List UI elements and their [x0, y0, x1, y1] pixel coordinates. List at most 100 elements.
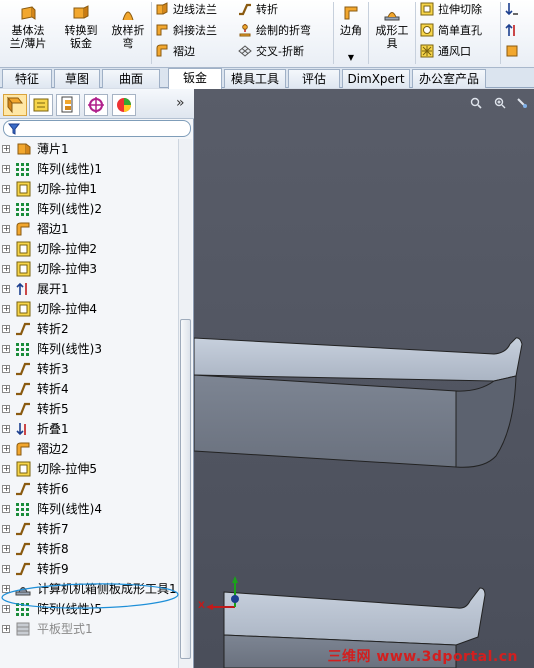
convert-to-sheet-metal-button[interactable]: 转换到 钣金	[56, 2, 106, 64]
expand-toggle-icon[interactable]: +	[2, 465, 10, 473]
feature-tree-item[interactable]: + 切除-拉伸4	[0, 299, 180, 319]
upper-sheet-body[interactable]	[194, 337, 523, 468]
expand-toggle-icon[interactable]: +	[2, 225, 10, 233]
tab-surfaces[interactable]: 曲面	[102, 69, 160, 88]
feature-manager-tab[interactable]	[3, 94, 27, 116]
sketched-bend-button[interactable]: 绘制的折弯	[238, 21, 311, 41]
zoom-to-area-icon[interactable]	[494, 97, 506, 109]
panel-expand-chevron-icon[interactable]: »	[176, 95, 185, 111]
configuration-manager-tab[interactable]	[56, 94, 80, 116]
graphics-viewport[interactable]: X	[194, 89, 534, 668]
cross-break-button[interactable]: 交叉-折断	[238, 42, 304, 62]
tab-mold-tools[interactable]: 模具工具	[224, 69, 286, 88]
feature-tree-item[interactable]: + 切除-拉伸1	[0, 179, 180, 199]
linear-pattern-icon	[16, 603, 29, 616]
extruded-cut-button[interactable]: 拉伸切除	[420, 0, 482, 20]
expand-toggle-icon[interactable]: +	[2, 345, 10, 353]
display-manager-tab[interactable]	[112, 94, 136, 116]
feature-tree-item[interactable]: + 折叠1	[0, 419, 180, 439]
unfold-button[interactable]	[505, 21, 523, 41]
feature-tree-scrollbar[interactable]	[178, 139, 192, 668]
tab-office-products[interactable]: 办公室产品	[412, 69, 486, 88]
forming-tools-button[interactable]: 成形工 具	[372, 2, 412, 64]
ribbon-separator	[415, 2, 416, 64]
expand-toggle-icon[interactable]: +	[2, 385, 10, 393]
feature-tree-item[interactable]: + 切除-拉伸5	[0, 459, 180, 479]
feature-tree-item[interactable]: + 转折8	[0, 539, 180, 559]
feature-tree-item[interactable]: + 薄片1	[0, 139, 180, 159]
feature-tree-item[interactable]: + 褶边1	[0, 219, 180, 239]
expand-toggle-icon[interactable]: +	[2, 245, 10, 253]
feature-tree-item[interactable]: + 转折2	[0, 319, 180, 339]
expand-toggle-icon[interactable]: +	[2, 545, 10, 553]
zoom-to-fit-icon[interactable]	[470, 97, 482, 109]
rip-button[interactable]	[505, 42, 523, 62]
extruded-cut-icon	[420, 2, 434, 16]
expand-toggle-icon[interactable]: +	[2, 205, 10, 213]
tab-dimxpert[interactable]: DimXpert	[342, 69, 410, 88]
expand-toggle-icon[interactable]: +	[2, 625, 10, 633]
forming-tool-icon	[15, 587, 31, 596]
feature-tree-item[interactable]: + 转折7	[0, 519, 180, 539]
corners-dropdown-arrow-icon[interactable]: ▼	[336, 51, 366, 64]
rip-icon	[506, 45, 518, 57]
previous-view-icon[interactable]	[516, 97, 528, 109]
feature-tree-item[interactable]: + 阵列(线性)5	[0, 599, 180, 619]
simple-hole-button[interactable]: 简单直孔	[420, 21, 482, 41]
miter-flange-button[interactable]: 斜接法兰	[155, 21, 217, 41]
expand-toggle-icon[interactable]: +	[2, 185, 10, 193]
edge-flange-button[interactable]: 边线法兰	[155, 0, 217, 20]
expand-toggle-icon[interactable]: +	[2, 165, 10, 173]
tab-features[interactable]: 特征	[2, 69, 52, 88]
expand-toggle-icon[interactable]: +	[2, 485, 10, 493]
expand-toggle-icon[interactable]: +	[2, 425, 10, 433]
jog-button[interactable]: 转折	[238, 0, 278, 20]
feature-tree-item[interactable]: + 转折9	[0, 559, 180, 579]
expand-toggle-icon[interactable]: +	[2, 445, 10, 453]
jog-icon	[16, 402, 30, 416]
tab-sheet-metal[interactable]: 钣金	[168, 68, 222, 89]
tab-evaluate[interactable]: 评估	[288, 69, 340, 88]
configuration-manager-icon	[61, 96, 73, 113]
expand-toggle-icon[interactable]: +	[2, 265, 10, 273]
expand-toggle-icon[interactable]: +	[2, 365, 10, 373]
feature-tree-item[interactable]: + 计算机机箱侧板成形工具1	[0, 579, 180, 599]
feature-tree-item[interactable]: + 转折6	[0, 479, 180, 499]
tab-sketch[interactable]: 草图	[54, 69, 100, 88]
feature-tree-item[interactable]: + 切除-拉伸3	[0, 259, 180, 279]
expand-toggle-icon[interactable]: +	[2, 505, 10, 513]
jog-label: 转折	[256, 3, 278, 16]
feature-tree-item[interactable]: + 切除-拉伸2	[0, 239, 180, 259]
expand-toggle-icon[interactable]: +	[2, 605, 10, 613]
feature-tree-item[interactable]: + 阵列(线性)4	[0, 499, 180, 519]
feature-tree-item[interactable]: + 转折5	[0, 399, 180, 419]
feature-tree-item[interactable]: + 阵列(线性)3	[0, 339, 180, 359]
vent-button[interactable]: 通风口	[420, 42, 471, 62]
feature-tree-item[interactable]: + 平板型式1	[0, 619, 180, 639]
hem-button[interactable]: 褶边	[155, 42, 195, 62]
expand-toggle-icon[interactable]: +	[2, 565, 10, 573]
expand-toggle-icon[interactable]: +	[2, 525, 10, 533]
expand-toggle-icon[interactable]: +	[2, 585, 10, 593]
expand-toggle-icon[interactable]: +	[2, 285, 10, 293]
feature-tree-item[interactable]: + 阵列(线性)2	[0, 199, 180, 219]
feature-tree-item[interactable]: + 转折4	[0, 379, 180, 399]
corners-button[interactable]: 边角 ▼	[336, 2, 366, 64]
expand-toggle-icon[interactable]: +	[2, 405, 10, 413]
expand-toggle-icon[interactable]: +	[2, 305, 10, 313]
expand-toggle-icon[interactable]: +	[2, 145, 10, 153]
scrollbar-thumb[interactable]	[180, 319, 191, 659]
feature-tree-item[interactable]: + 展开1	[0, 279, 180, 299]
feature-tree-item[interactable]: + 阵列(线性)1	[0, 159, 180, 179]
feature-tree-item-label: 切除-拉伸3	[37, 262, 97, 276]
base-flange-button[interactable]: 基体法 兰/薄片	[2, 2, 54, 64]
property-manager-tab[interactable]	[29, 94, 53, 116]
fold-button[interactable]	[505, 0, 523, 20]
expand-toggle-icon[interactable]: +	[2, 325, 10, 333]
dimxpert-manager-tab[interactable]	[84, 94, 108, 116]
feature-filter-input[interactable]	[3, 120, 191, 137]
feature-tree-item[interactable]: + 褶边2	[0, 439, 180, 459]
cross-break-icon	[238, 45, 252, 57]
lofted-bend-button[interactable]: 放样折 弯	[107, 2, 149, 64]
feature-tree-item[interactable]: + 转折3	[0, 359, 180, 379]
